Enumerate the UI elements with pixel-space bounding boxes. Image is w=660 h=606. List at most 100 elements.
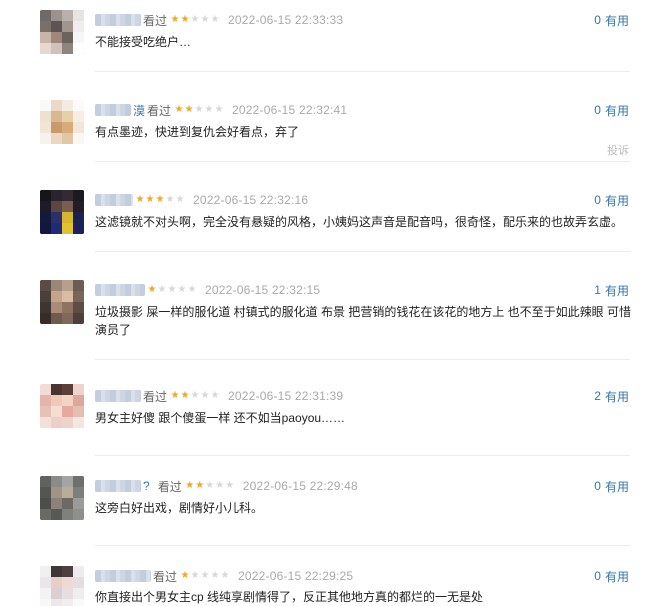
star-icon: ★ [180, 390, 190, 401]
useful-count: 0 [594, 13, 601, 27]
rating-stars: ★ ★ ★ ★ ★ [170, 391, 220, 401]
star-icon: ★ [170, 14, 180, 25]
comment-item: 看过 ★ ★ ★ ★ ★ 2022-06-15 22:29:25 0 有用 你直接出个男… [0, 546, 660, 606]
star-icon: ★ [180, 14, 190, 25]
useful-count: 0 [594, 103, 601, 117]
star-icon: ★ [165, 194, 175, 205]
avatar[interactable] [40, 476, 84, 520]
star-icon: ★ [205, 480, 215, 491]
username[interactable] [95, 390, 141, 402]
star-icon: ★ [180, 570, 190, 581]
comment-item: 看过 ★ ★ ★ ★ ★ 2022-06-15 22:33:33 0 有用 不能接受吃绝… [0, 0, 660, 72]
comment-text: 男女主好傻 跟个傻蛋一样 还不如当paoyou…… [95, 411, 346, 425]
useful-count: 0 [594, 479, 601, 493]
rating-stars: ★ ★ ★ ★ ★ [180, 571, 230, 581]
star-icon: ★ [195, 480, 205, 491]
watched-label: 看过 [153, 569, 178, 584]
comment-meta: 看过 ★ ★ ★ ★ ★ 2022-06-15 22:31:39 [95, 388, 343, 404]
useful-button[interactable]: 有用 [605, 282, 629, 299]
username[interactable] [95, 14, 141, 26]
avatar[interactable] [40, 384, 84, 428]
comment-time: 2022-06-15 22:32:16 [193, 193, 309, 207]
rating-stars: ★ ★ ★ ★ ★ [147, 285, 197, 295]
useful-button[interactable]: 有用 [605, 12, 629, 29]
useful-button[interactable]: 有用 [605, 478, 629, 495]
username[interactable] [95, 570, 151, 582]
useful-button[interactable]: 有用 [605, 568, 629, 585]
useful-vote: 0 有用 [594, 478, 629, 494]
star-icon: ★ [157, 284, 167, 295]
comment-time: 2022-06-15 22:32:15 [205, 283, 321, 297]
comment-time: 2022-06-15 22:29:48 [242, 479, 358, 493]
star-icon: ★ [225, 480, 235, 491]
star-icon: ★ [190, 14, 200, 25]
star-icon: ★ [194, 104, 204, 115]
useful-button[interactable]: 有用 [605, 102, 629, 119]
star-icon: ★ [185, 480, 195, 491]
useful-vote: 0 有用 [594, 12, 629, 28]
watched-label: 看过 [147, 103, 172, 118]
star-icon: ★ [190, 390, 200, 401]
comment-meta: ★ ★ ★ ★ ★ 2022-06-15 22:32:16 [95, 192, 308, 208]
useful-vote: 0 有用 [594, 192, 629, 208]
comment-item: ★ ★ ★ ★ ★ 2022-06-15 22:32:16 0 有用 这滤镜就不对头啊，… [0, 162, 660, 252]
star-icon: ★ [147, 284, 157, 295]
rating-stars: ★ ★ ★ ★ ★ [135, 195, 185, 205]
username[interactable] [95, 284, 145, 296]
avatar[interactable] [40, 10, 84, 54]
avatar[interactable] [40, 566, 84, 606]
comment-meta: 漠 看过 ★ ★ ★ ★ ★ 2022-06-15 22:32:41 [95, 102, 347, 118]
comment-text: 有点墨迹，快进到复仇会好看点，弃了 [95, 125, 300, 139]
comment-item: 漠 看过 ★ ★ ★ ★ ★ 2022-06-15 22:32:41 0 有用 有点墨迹… [0, 72, 660, 162]
useful-count: 0 [594, 193, 601, 207]
useful-count: 2 [594, 389, 601, 403]
star-icon: ★ [135, 194, 145, 205]
comment-meta: 看过 ★ ★ ★ ★ ★ 2022-06-15 22:29:25 [95, 568, 353, 584]
comment-time: 2022-06-15 22:32:41 [232, 103, 348, 117]
avatar[interactable] [40, 100, 84, 144]
useful-button[interactable]: 有用 [605, 192, 629, 209]
star-icon: ★ [220, 570, 230, 581]
username[interactable] [95, 194, 133, 206]
comment-text: 这旁白好出戏，剧情好小儿科。 [95, 501, 264, 515]
star-icon: ★ [210, 570, 220, 581]
comment-meta: ★ ★ ★ ★ ★ 2022-06-15 22:32:15 [95, 282, 320, 298]
username[interactable] [95, 104, 131, 116]
comment-time: 2022-06-15 22:33:33 [228, 13, 344, 27]
star-icon: ★ [187, 284, 197, 295]
useful-vote: 0 有用 [594, 102, 629, 118]
comment-item: 看过 ★ ★ ★ ★ ★ 2022-06-15 22:31:39 2 有用 男女主好傻 … [0, 360, 660, 456]
report-button[interactable]: 投诉 [607, 142, 629, 158]
comment-time: 2022-06-15 22:31:39 [228, 389, 344, 403]
username-tail[interactable]: ? [143, 479, 150, 493]
useful-button[interactable]: 有用 [605, 388, 629, 405]
comment-item: ? 看过 ★ ★ ★ ★ ★ 2022-06-15 22:29:48 0 有用 这旁白好… [0, 456, 660, 546]
rating-stars: ★ ★ ★ ★ ★ [174, 105, 224, 115]
useful-count: 1 [594, 283, 601, 297]
username-tail[interactable]: 漠 [133, 102, 145, 119]
star-icon: ★ [184, 104, 194, 115]
star-icon: ★ [170, 390, 180, 401]
star-icon: ★ [190, 570, 200, 581]
comment-text: 你直接出个男女主cp 线纯享剧情得了，反正其他地方真的都烂的一无是处 [95, 590, 484, 604]
star-icon: ★ [204, 104, 214, 115]
rating-stars: ★ ★ ★ ★ ★ [170, 15, 220, 25]
star-icon: ★ [177, 284, 187, 295]
star-icon: ★ [210, 390, 220, 401]
avatar[interactable] [40, 280, 84, 324]
comment-meta: 看过 ★ ★ ★ ★ ★ 2022-06-15 22:33:33 [95, 12, 343, 28]
avatar[interactable] [40, 190, 84, 234]
star-icon: ★ [214, 104, 224, 115]
star-icon: ★ [200, 570, 210, 581]
useful-vote: 0 有用 [594, 568, 629, 584]
comment-text: 不能接受吃绝户… [95, 35, 192, 49]
watched-label: 看过 [157, 479, 182, 494]
useful-count: 0 [594, 569, 601, 583]
comment-text: 垃圾摄影 屎一样的服化道 村镇式的服化道 布景 把营销的钱花在该花的地方上 也不… [95, 305, 632, 337]
username[interactable] [95, 480, 141, 492]
star-icon: ★ [145, 194, 155, 205]
comment-text: 这滤镜就不对头啊，完全没有悬疑的风格，小姨妈这声音是配音吗，很奇怪，配乐来的也故… [95, 215, 624, 229]
rating-stars: ★ ★ ★ ★ ★ [185, 481, 235, 491]
star-icon: ★ [167, 284, 177, 295]
watched-label: 看过 [143, 13, 168, 28]
